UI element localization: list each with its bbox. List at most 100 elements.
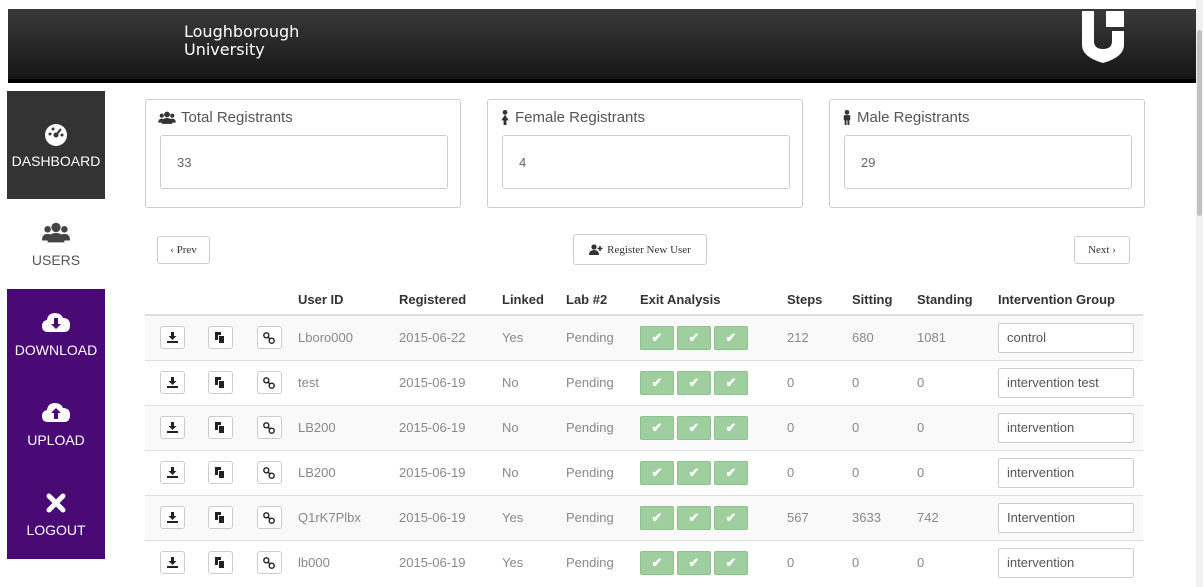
- exit-check-1-button[interactable]: ✔: [640, 325, 674, 350]
- female-icon: [501, 110, 509, 125]
- check-icon: ✔: [688, 554, 700, 570]
- header-intervention-group[interactable]: Intervention Group: [990, 285, 1143, 316]
- stat-female-label: Female Registrants: [515, 109, 646, 126]
- check-icon: ✔: [725, 419, 737, 435]
- exit-check-3-button[interactable]: ✔: [714, 325, 748, 350]
- link-icon: [263, 556, 275, 569]
- cell-sitting: 0: [844, 539, 909, 585]
- nav-item-logout[interactable]: LOGOUT: [7, 469, 105, 559]
- download-row-button[interactable]: [160, 461, 185, 484]
- download-row-button[interactable]: [160, 371, 185, 394]
- cell-sitting: 3633: [844, 494, 909, 540]
- exit-check-1-button[interactable]: ✔: [640, 460, 674, 485]
- download-cell: [145, 539, 192, 585]
- link-cell: [240, 359, 290, 405]
- cell-steps: 567: [779, 494, 844, 540]
- cell-user-id: Q1rK7Plbx: [290, 494, 391, 540]
- nav-item-dashboard[interactable]: DASHBOARD: [7, 91, 105, 199]
- link-icon: [263, 511, 275, 524]
- intervention-group-input[interactable]: [998, 502, 1134, 533]
- copy-row-button[interactable]: [207, 461, 233, 484]
- link-row-button[interactable]: [256, 416, 282, 439]
- exit-check-3-button[interactable]: ✔: [714, 550, 748, 575]
- exit-check-2-button[interactable]: ✔: [677, 460, 711, 485]
- intervention-group-input[interactable]: [998, 457, 1134, 488]
- cell-intervention-group: [990, 539, 1143, 585]
- cell-sitting: 0: [844, 449, 909, 495]
- download-row-button[interactable]: [160, 506, 185, 529]
- cell-exit-analysis: ✔ ✔ ✔: [632, 494, 779, 540]
- header-exit-analysis[interactable]: Exit Analysis: [632, 285, 779, 316]
- copy-row-button[interactable]: [207, 551, 233, 575]
- copy-row-button[interactable]: [207, 326, 233, 350]
- cell-registered: 2015-06-19: [391, 494, 494, 540]
- stat-total-title: Total Registrants: [158, 109, 293, 126]
- header-sitting[interactable]: Sitting: [844, 285, 909, 316]
- exit-check-2-button[interactable]: ✔: [677, 415, 711, 440]
- exit-check-1-button[interactable]: ✔: [640, 505, 674, 530]
- header-download: [145, 285, 192, 316]
- exit-check-2-button[interactable]: ✔: [677, 325, 711, 350]
- exit-check-2-button[interactable]: ✔: [677, 370, 711, 395]
- link-row-button[interactable]: [256, 371, 282, 394]
- nav-item-upload[interactable]: UPLOAD: [7, 379, 105, 469]
- brand-name: Loughborough University: [184, 23, 299, 59]
- copy-row-button[interactable]: [207, 416, 233, 439]
- header-steps[interactable]: Steps: [779, 285, 844, 316]
- check-icon: ✔: [688, 464, 700, 480]
- cell-registered: 2015-06-19: [391, 539, 494, 585]
- prev-page-button[interactable]: ‹ Prev: [157, 236, 210, 264]
- intervention-group-input[interactable]: [998, 367, 1134, 398]
- stat-total-registrants: Total Registrants 33: [145, 99, 461, 208]
- download-row-button[interactable]: [160, 551, 185, 575]
- download-row-button[interactable]: [160, 416, 185, 439]
- copy-row-button[interactable]: [207, 506, 233, 529]
- check-icon: ✔: [688, 329, 700, 345]
- exit-check-1-button[interactable]: ✔: [640, 550, 674, 575]
- page-scrollbar[interactable]: [1196, 0, 1203, 587]
- exit-check-3-button[interactable]: ✔: [714, 415, 748, 440]
- intervention-group-input[interactable]: [998, 547, 1134, 578]
- header-standing[interactable]: Standing: [909, 285, 990, 316]
- copy-cell: [192, 449, 240, 495]
- cell-lab2: Pending: [558, 314, 632, 360]
- exit-check-2-button[interactable]: ✔: [677, 550, 711, 575]
- cell-user-id: lb000: [290, 539, 391, 585]
- cell-lab2: Pending: [558, 494, 632, 540]
- header-linked[interactable]: Linked: [494, 285, 558, 316]
- header-user-id[interactable]: User ID: [290, 285, 391, 316]
- nav-label-dashboard: DASHBOARD: [11, 153, 101, 169]
- link-row-button[interactable]: [256, 506, 282, 529]
- intervention-group-input[interactable]: [998, 412, 1134, 443]
- stat-male-label: Male Registrants: [857, 109, 970, 126]
- exit-check-1-button[interactable]: ✔: [640, 415, 674, 440]
- exit-check-2-button[interactable]: ✔: [677, 505, 711, 530]
- exit-check-3-button[interactable]: ✔: [714, 370, 748, 395]
- link-row-button[interactable]: [256, 326, 282, 350]
- table-row: Q1rK7Plbx 2015-06-19 Yes Pending ✔ ✔ ✔ 567 3633 7…: [145, 494, 1143, 540]
- header-lab2[interactable]: Lab #2: [558, 285, 632, 316]
- register-new-user-button[interactable]: Register New User: [573, 234, 707, 265]
- download-cell: [145, 449, 192, 495]
- nav-item-download[interactable]: DOWNLOAD: [7, 289, 105, 379]
- next-page-button[interactable]: Next ›: [1074, 236, 1130, 264]
- cell-standing: 742: [909, 494, 990, 540]
- scrollbar-thumb[interactable]: [1197, 30, 1202, 216]
- link-row-button[interactable]: [256, 461, 282, 484]
- download-icon: [167, 422, 178, 433]
- nav-item-users[interactable]: USERS: [7, 199, 105, 289]
- dashboard-gauge-icon: [42, 121, 70, 147]
- copy-row-button[interactable]: [207, 371, 233, 394]
- cell-intervention-group: [990, 314, 1143, 360]
- check-icon: ✔: [688, 419, 700, 435]
- link-row-button[interactable]: [256, 551, 282, 575]
- exit-check-3-button[interactable]: ✔: [714, 460, 748, 485]
- exit-check-3-button[interactable]: ✔: [714, 505, 748, 530]
- cell-linked: No: [494, 449, 558, 495]
- link-icon: [263, 331, 275, 344]
- cell-standing: 0: [909, 449, 990, 495]
- download-row-button[interactable]: [160, 326, 185, 350]
- exit-check-1-button[interactable]: ✔: [640, 370, 674, 395]
- header-registered[interactable]: Registered: [391, 285, 494, 316]
- intervention-group-input[interactable]: [998, 322, 1134, 353]
